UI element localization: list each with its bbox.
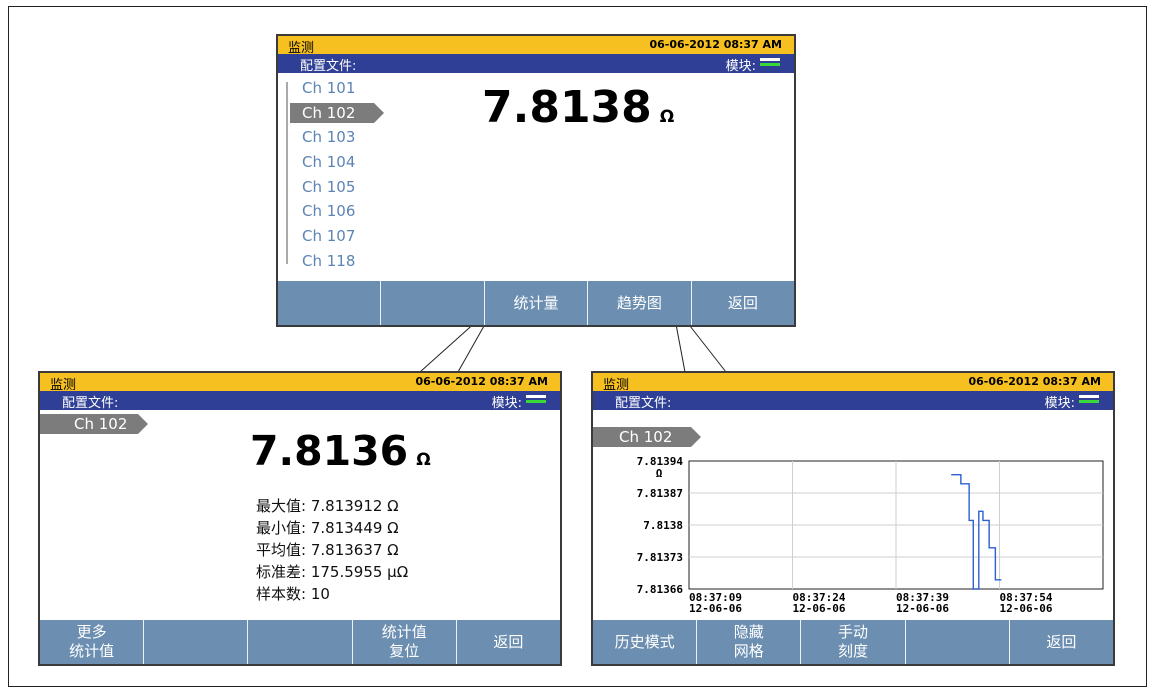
- title-bar: 监测 06-06-2012 08:37 AM: [593, 373, 1113, 393]
- title-bar: 监测 06-06-2012 08:37 AM: [278, 36, 794, 56]
- channel-item[interactable]: Ch 107: [290, 224, 386, 249]
- measurement-value: 7.8138 Ω: [482, 82, 674, 133]
- stat-sample-count: 样本数: 10: [256, 585, 330, 603]
- channel-list[interactable]: Ch 101 Ch 102 Ch 103 Ch 104 Ch 105 Ch 10…: [286, 76, 386, 274]
- trend-chart-button[interactable]: 趋势图: [587, 281, 690, 325]
- module-icon: [1079, 395, 1099, 406]
- channel-item[interactable]: Ch 118: [290, 249, 386, 274]
- softkey-2[interactable]: [143, 620, 247, 664]
- stat-max: 最大值: 7.813912 Ω: [256, 497, 399, 515]
- channel-tag: Ch 102: [593, 427, 701, 447]
- profile-bar: 配置文件: 模块:: [278, 54, 794, 74]
- trend-chart-svg: 7.813947.813877.81387.813737.81366Ω08:37…: [637, 455, 1104, 615]
- datetime: 06-06-2012 08:37 AM: [649, 38, 783, 51]
- statistics-list: 最大值: 7.813912 Ω 最小值: 7.813449 Ω 平均值: 7.8…: [256, 495, 408, 605]
- list-scroll-track: [286, 82, 288, 264]
- y-tick-label: 7.81373: [637, 551, 683, 564]
- y-tick-label: 7.81366: [637, 583, 684, 596]
- channel-item[interactable]: Ch 103: [290, 125, 386, 150]
- channel-item[interactable]: Ch 101: [290, 76, 386, 101]
- module-label: 模块:: [491, 396, 522, 411]
- channel-item[interactable]: Ch 104: [290, 150, 386, 175]
- monitor-screen-statistics: 监测 06-06-2012 08:37 AM 配置文件: 模块: Ch 102 …: [38, 371, 562, 666]
- x-tick-date: 12-06-06: [896, 602, 949, 615]
- module-label: 模块:: [1044, 396, 1075, 411]
- profile-bar: 配置文件: 模块:: [40, 391, 560, 411]
- softkey-1[interactable]: [278, 281, 380, 325]
- value-text: 7.8138: [482, 82, 652, 133]
- softkey-2[interactable]: [380, 281, 483, 325]
- channel-item[interactable]: Ch 105: [290, 175, 386, 200]
- measurement-value: 7.8136 Ω: [250, 427, 431, 475]
- softkey-3[interactable]: [247, 620, 351, 664]
- channel-tag: Ch 102: [40, 414, 148, 434]
- unit-label: Ω: [416, 450, 431, 470]
- stat-mean: 平均值: 7.813637 Ω: [256, 541, 399, 559]
- stat-stddev: 标准差: 175.5955 μΩ: [256, 563, 409, 581]
- module-label: 模块:: [725, 59, 756, 74]
- softkey-bar: 统计量 趋势图 返回: [278, 281, 794, 325]
- softkey-bar: 历史模式 隐藏 网格 手动 刻度 返回: [593, 620, 1113, 664]
- back-button[interactable]: 返回: [690, 281, 794, 325]
- stat-min: 最小值: 7.813449 Ω: [256, 519, 399, 537]
- back-button[interactable]: 返回: [455, 620, 560, 664]
- x-tick-date: 12-06-06: [793, 602, 846, 615]
- back-button[interactable]: 返回: [1008, 620, 1113, 664]
- more-statistics-button[interactable]: 更多 统计值: [40, 620, 143, 664]
- softkey-4[interactable]: [904, 620, 1009, 664]
- profile-label: 配置文件:: [300, 59, 357, 74]
- datetime: 06-06-2012 08:37 AM: [415, 375, 549, 388]
- profile-bar: 配置文件: 模块:: [593, 391, 1113, 411]
- module-icon: [760, 58, 780, 69]
- datetime: 06-06-2012 08:37 AM: [968, 375, 1102, 388]
- trend-chart[interactable]: 7.81394 7.81387 7.8138 7.81373 7.81366 Ω 08:37…: [593, 451, 1113, 621]
- y-unit-label: Ω: [656, 467, 663, 480]
- title-bar: 监测 06-06-2012 08:37 AM: [40, 373, 560, 393]
- channel-item-selected[interactable]: Ch 102: [290, 101, 386, 126]
- x-tick-date: 12-06-06: [1000, 602, 1053, 615]
- statistics-button[interactable]: 统计量: [483, 281, 587, 325]
- channel-item[interactable]: Ch 106: [290, 199, 386, 224]
- module-icon: [526, 395, 546, 406]
- x-tick-date: 12-06-06: [689, 602, 742, 615]
- profile-label: 配置文件:: [62, 396, 119, 411]
- profile-label: 配置文件:: [615, 396, 672, 411]
- hide-grid-button[interactable]: 隐藏 网格: [696, 620, 800, 664]
- y-tick-label: 7.81387: [637, 487, 683, 500]
- history-mode-button[interactable]: 历史模式: [593, 620, 696, 664]
- manual-scale-button[interactable]: 手动 刻度: [800, 620, 904, 664]
- monitor-screen-trend: 监测 06-06-2012 08:37 AM 配置文件: 模块: Ch 102 …: [591, 371, 1115, 666]
- monitor-screen-main: 监测 06-06-2012 08:37 AM 配置文件: 模块: Ch 101 …: [276, 34, 796, 327]
- unit-label: Ω: [659, 107, 675, 127]
- softkey-bar: 更多 统计值 统计值 复位 返回: [40, 620, 560, 664]
- y-tick-label: 7.8138: [643, 519, 683, 532]
- value-text: 7.8136: [250, 427, 409, 475]
- reset-statistics-button[interactable]: 统计值 复位: [351, 620, 456, 664]
